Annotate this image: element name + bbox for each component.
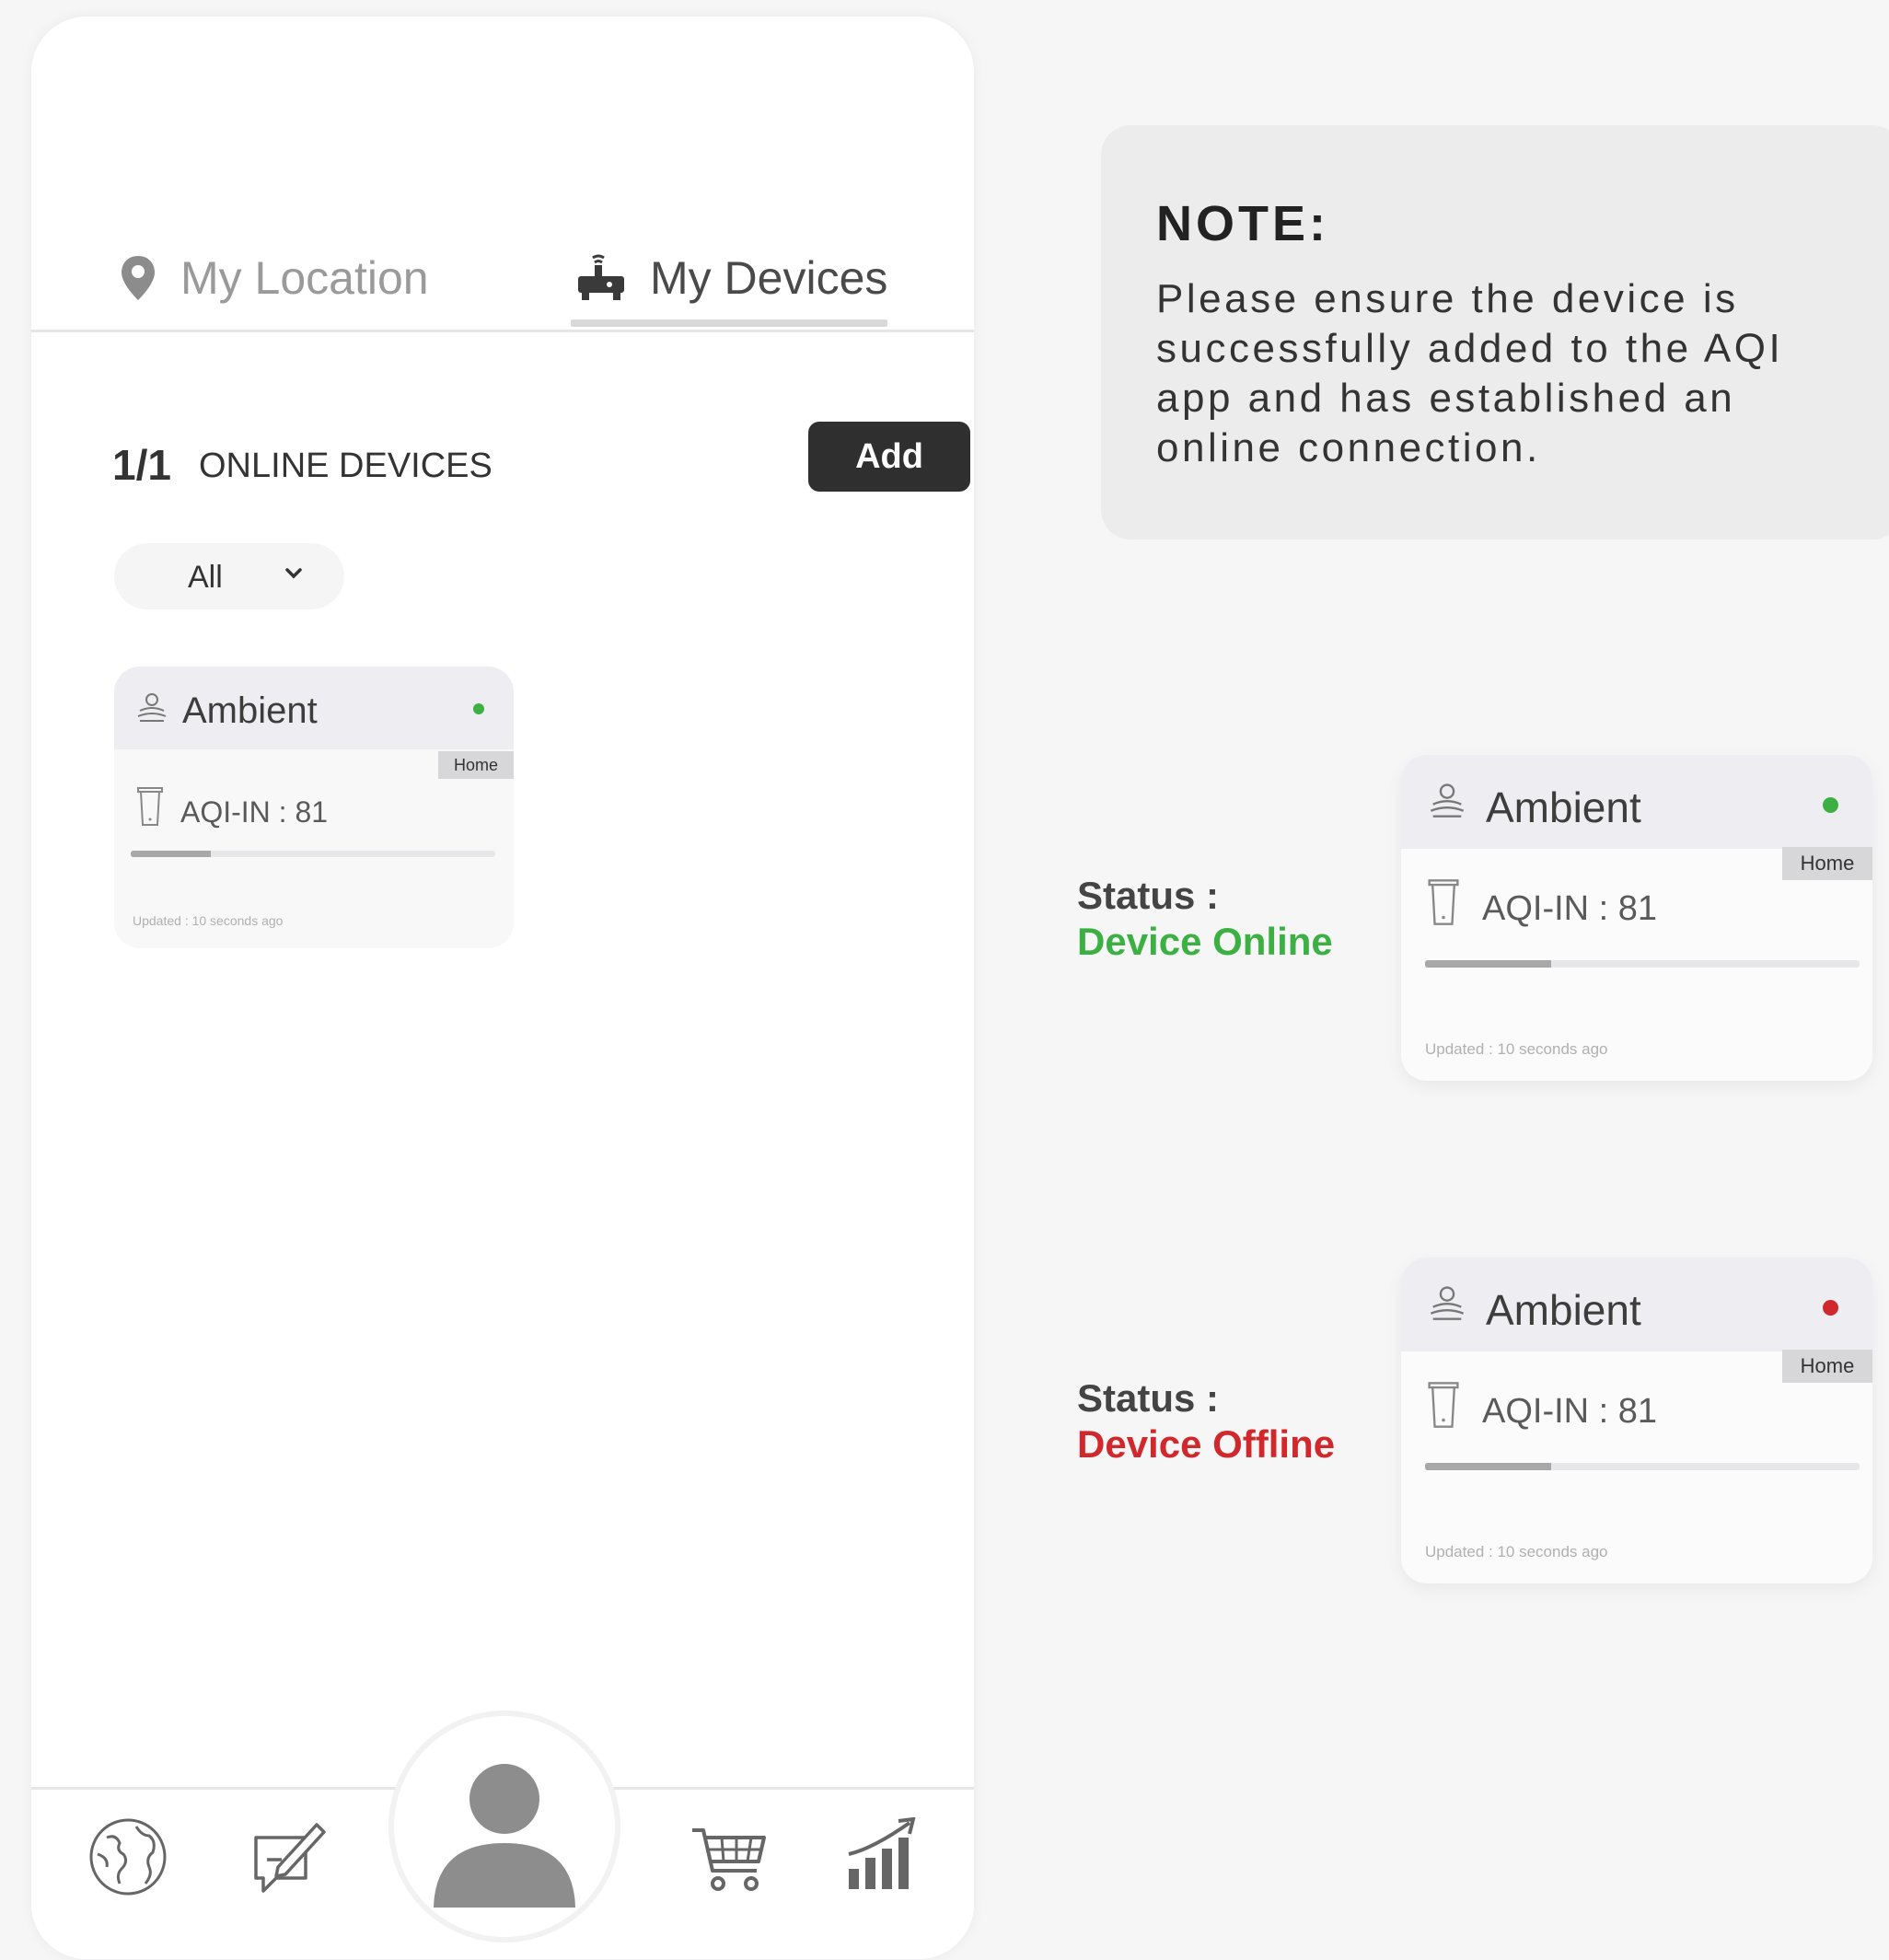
tab-label: My Location bbox=[180, 252, 429, 304]
aqi-value: AQI-IN : 81 bbox=[1482, 889, 1658, 928]
tab-label: My Devices bbox=[650, 252, 888, 304]
shopping-cart-icon[interactable] bbox=[690, 1825, 768, 1895]
online-devices-label: ONLINE DEVICES bbox=[199, 447, 493, 485]
add-device-button[interactable]: Add bbox=[808, 422, 970, 492]
note-text: Please ensure the device is successfully… bbox=[1156, 276, 1784, 470]
tab-my-location[interactable]: My Location bbox=[120, 232, 429, 324]
location-badge: Home bbox=[1782, 847, 1872, 880]
device-card-offline-example[interactable]: Ambient Home AQI-IN : 81 Updated : 10 se… bbox=[1401, 1258, 1872, 1583]
status-label: Status : bbox=[1077, 1376, 1220, 1420]
updated-timestamp: Updated : 10 seconds ago bbox=[1425, 1040, 1608, 1058]
device-name: Ambient bbox=[1486, 1286, 1641, 1334]
profile-avatar-icon bbox=[434, 1764, 575, 1908]
air-sensor-icon bbox=[1430, 1286, 1465, 1320]
online-count: 1/1 bbox=[112, 441, 171, 489]
location-badge: Home bbox=[438, 751, 514, 779]
map-pin-icon bbox=[122, 256, 155, 300]
air-sensor-icon bbox=[1430, 783, 1465, 818]
aqi-value: AQI-IN : 81 bbox=[1482, 1392, 1658, 1431]
device-filter-select[interactable]: All bbox=[114, 543, 344, 609]
status-label: Status : bbox=[1077, 874, 1220, 917]
aqi-progress-bar bbox=[1425, 960, 1860, 968]
profile-button[interactable] bbox=[394, 1716, 615, 1937]
aqi-value: AQI-IN : 81 bbox=[180, 795, 329, 829]
location-badge: Home bbox=[1782, 1350, 1872, 1383]
device-name: Ambient bbox=[182, 690, 318, 731]
feedback-pen-icon[interactable] bbox=[250, 1817, 328, 1896]
status-value-offline: Device Offline bbox=[1077, 1422, 1336, 1466]
device-tower-icon bbox=[1428, 879, 1459, 925]
note-title: NOTE: bbox=[1156, 196, 1329, 251]
status-dot bbox=[473, 703, 484, 714]
active-tab-indicator bbox=[571, 319, 887, 327]
status-dot bbox=[1823, 1300, 1838, 1316]
device-tower-icon bbox=[137, 787, 163, 826]
aqi-progress-fill bbox=[131, 851, 212, 857]
device-name: Ambient bbox=[1486, 783, 1641, 831]
aqi-progress-fill bbox=[1425, 1463, 1551, 1470]
device-card[interactable]: Ambient Home AQI-IN : 81 Updated : 10 se… bbox=[114, 667, 514, 948]
updated-timestamp: Updated : 10 seconds ago bbox=[1425, 1543, 1608, 1560]
aqi-progress-fill bbox=[1425, 960, 1551, 968]
device-tower-icon bbox=[1428, 1382, 1459, 1428]
status-dot bbox=[1823, 797, 1838, 813]
air-sensor-icon bbox=[137, 693, 167, 722]
updated-timestamp: Updated : 10 seconds ago bbox=[133, 913, 284, 928]
filter-selected-value: All bbox=[188, 560, 223, 595]
status-offline-caption: Status : Device Offline bbox=[1077, 1375, 1335, 1467]
aqi-progress-bar bbox=[1425, 1463, 1860, 1470]
aqi-progress-bar bbox=[131, 851, 495, 857]
status-online-caption: Status : Device Online bbox=[1077, 873, 1333, 965]
globe-icon[interactable] bbox=[88, 1817, 168, 1896]
note-box: NOTE: Please ensure the device is succes… bbox=[1101, 125, 1889, 539]
online-devices-header: 1/1 ONLINE DEVICES Add bbox=[112, 422, 970, 504]
tab-my-devices[interactable]: My Devices bbox=[576, 232, 887, 324]
phone-screen: My Location My Devices 1/1 ONLINE DEVICE… bbox=[31, 17, 974, 1959]
device-card-online-example[interactable]: Ambient Home AQI-IN : 81 Updated : 10 se… bbox=[1401, 755, 1872, 1081]
tab-bar: My Location My Devices bbox=[31, 219, 974, 332]
device-router-icon bbox=[578, 254, 624, 300]
chart-growth-icon[interactable] bbox=[845, 1817, 919, 1891]
status-value-online: Device Online bbox=[1077, 920, 1333, 963]
chevron-down-icon bbox=[285, 568, 302, 579]
